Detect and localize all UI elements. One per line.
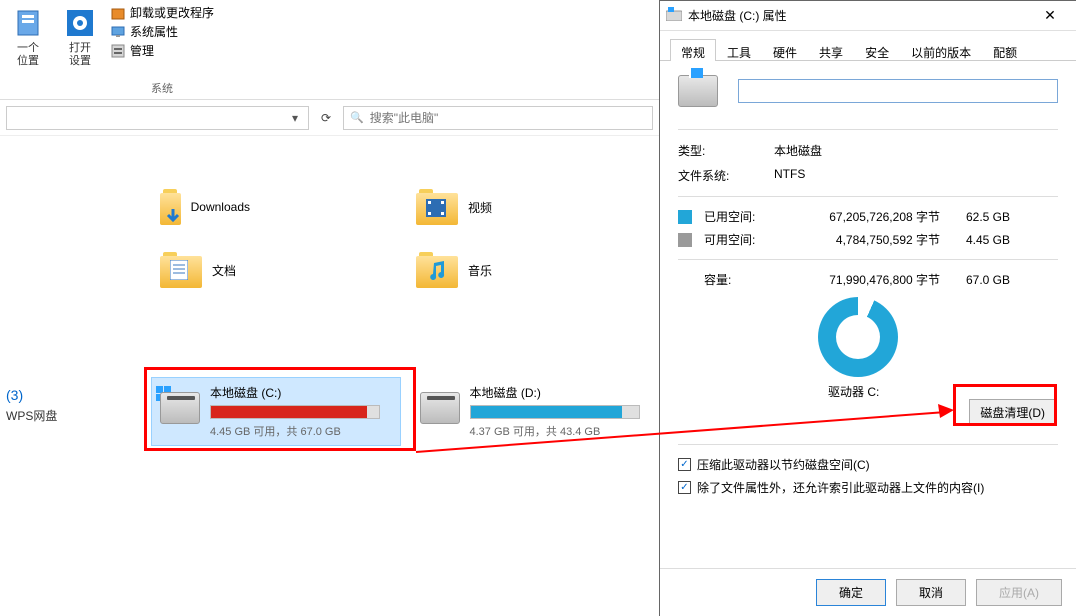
folder-downloads[interactable]: Downloads bbox=[0, 185, 250, 229]
tab-tools[interactable]: 工具 bbox=[716, 39, 762, 61]
folder-music[interactable]: 音乐 bbox=[256, 248, 506, 292]
compress-label: 压缩此驱动器以节约磁盘空间(C) bbox=[697, 456, 870, 473]
system-props-label: 系统属性 bbox=[130, 23, 178, 40]
address-bar: ▾ ⟳ 🔍 bbox=[0, 100, 659, 136]
tab-hardware[interactable]: 硬件 bbox=[762, 39, 808, 61]
fs-label: 文件系统: bbox=[678, 167, 774, 184]
search-box[interactable]: 🔍 bbox=[343, 106, 653, 130]
gear-icon bbox=[63, 6, 97, 40]
drive-letter-label: 驱动器 C: bbox=[828, 383, 1058, 400]
ribbon-system-group: 卸载或更改程序 系统属性 管理 系统 bbox=[106, 2, 218, 98]
uninstall-programs-link[interactable]: 卸载或更改程序 bbox=[110, 4, 214, 21]
drive-name: 本地磁盘 (D:) bbox=[470, 384, 652, 401]
folder-label: 视频 bbox=[468, 199, 492, 216]
dialog-footer: 确定 取消 应用(A) bbox=[660, 568, 1076, 616]
address-path[interactable]: ▾ bbox=[6, 106, 309, 130]
cap-bytes: 71,990,476,800 字节 bbox=[782, 271, 940, 288]
monitor-icon bbox=[110, 24, 126, 40]
folder-label: 音乐 bbox=[468, 262, 492, 279]
free-label: 可用空间: bbox=[704, 231, 782, 248]
drive-stats: 4.37 GB 可用，共 43.4 GB bbox=[470, 423, 652, 439]
drive-name-input[interactable] bbox=[745, 80, 1051, 102]
checkbox-compress[interactable]: ✓ bbox=[678, 458, 691, 471]
refresh-icon: ⟳ bbox=[321, 111, 331, 125]
folder-icon bbox=[160, 252, 202, 288]
drive-d[interactable]: 本地磁盘 (D:) 4.37 GB 可用，共 43.4 GB bbox=[412, 378, 660, 445]
dialog-body: 类型:本地磁盘 文件系统:NTFS 已用空间: 67,205,726,208 字… bbox=[660, 61, 1076, 568]
used-swatch bbox=[678, 210, 692, 224]
folder-label: 文档 bbox=[212, 262, 236, 279]
open-settings-button[interactable]: 打开设置 bbox=[54, 2, 106, 72]
prev-location-button[interactable]: 一个位置 bbox=[2, 2, 54, 72]
search-icon: 🔍 bbox=[350, 111, 364, 124]
cap-human: 67.0 GB bbox=[940, 273, 1010, 287]
folders-area: Downloads 视频 文档 音乐 bbox=[0, 136, 659, 156]
uninstall-label: 卸载或更改程序 bbox=[130, 4, 214, 21]
tabs: 常规 工具 硬件 共享 安全 以前的版本 配额 bbox=[660, 31, 1076, 61]
apply-button[interactable]: 应用(A) bbox=[976, 579, 1062, 606]
chevron-down-icon[interactable]: ▾ bbox=[286, 111, 304, 125]
tab-quota[interactable]: 配额 bbox=[982, 39, 1028, 61]
tab-general[interactable]: 常规 bbox=[670, 39, 716, 61]
free-swatch bbox=[678, 233, 692, 247]
ribbon: 一个位置 打开设置 卸载或更改程序 系统属性 bbox=[0, 0, 659, 100]
dialog-titlebar[interactable]: 本地磁盘 (C:) 属性 ✕ bbox=[660, 1, 1076, 31]
free-bytes: 4,784,750,592 字节 bbox=[782, 231, 940, 248]
usage-pie bbox=[818, 297, 898, 377]
used-human: 62.5 GB bbox=[940, 210, 1010, 224]
manage-label: 管理 bbox=[130, 42, 154, 59]
manage-icon bbox=[110, 43, 126, 59]
used-bytes: 67,205,726,208 字节 bbox=[782, 208, 940, 225]
drive-small-icon bbox=[666, 7, 682, 24]
drive-usage-bar bbox=[210, 405, 380, 419]
drive-icon bbox=[420, 392, 460, 424]
drives-section: 本地磁盘 (C:) 4.45 GB 可用，共 67.0 GB 本地磁盘 (D:)… bbox=[0, 378, 659, 445]
tab-security[interactable]: 安全 bbox=[854, 39, 900, 61]
open-settings-label: 打开设置 bbox=[69, 42, 91, 68]
location-icon bbox=[11, 6, 45, 40]
drive-usage-bar bbox=[470, 405, 640, 419]
cap-swatch bbox=[678, 273, 692, 287]
index-checkbox-row[interactable]: ✓ 除了文件属性外，还允许索引此驱动器上文件的内容(I) bbox=[678, 476, 1058, 499]
ok-button[interactable]: 确定 bbox=[816, 579, 886, 606]
drive-header-icon bbox=[678, 75, 718, 107]
cancel-button[interactable]: 取消 bbox=[896, 579, 966, 606]
drive-icon bbox=[160, 392, 200, 424]
tab-sharing[interactable]: 共享 bbox=[808, 39, 854, 61]
close-button[interactable]: ✕ bbox=[1030, 3, 1070, 29]
fs-value: NTFS bbox=[774, 167, 805, 184]
folder-icon bbox=[416, 189, 458, 225]
folder-icon bbox=[416, 252, 458, 288]
manage-link[interactable]: 管理 bbox=[110, 42, 214, 59]
drive-name-field[interactable] bbox=[738, 79, 1058, 103]
index-label: 除了文件属性外，还允许索引此驱动器上文件的内容(I) bbox=[697, 479, 984, 496]
drive-name: 本地磁盘 (C:) bbox=[210, 384, 392, 401]
used-label: 已用空间: bbox=[704, 208, 782, 225]
compress-checkbox-row[interactable]: ✓ 压缩此驱动器以节约磁盘空间(C) bbox=[678, 453, 1058, 476]
ribbon-group-label: 系统 bbox=[106, 78, 218, 98]
dialog-title: 本地磁盘 (C:) 属性 bbox=[688, 7, 1024, 24]
cap-label: 容量: bbox=[704, 271, 782, 288]
explorer-window: 一个位置 打开设置 卸载或更改程序 系统属性 bbox=[0, 0, 659, 616]
folder-documents[interactable]: 文档 bbox=[0, 248, 250, 292]
refresh-button[interactable]: ⟳ bbox=[317, 109, 335, 127]
drive-stats: 4.45 GB 可用，共 67.0 GB bbox=[210, 423, 392, 439]
properties-dialog: 本地磁盘 (C:) 属性 ✕ 常规 工具 硬件 共享 安全 以前的版本 配额 类… bbox=[659, 0, 1076, 616]
tab-previous-versions[interactable]: 以前的版本 bbox=[900, 39, 982, 61]
checkbox-index[interactable]: ✓ bbox=[678, 481, 691, 494]
drive-c[interactable]: 本地磁盘 (C:) 4.45 GB 可用，共 67.0 GB bbox=[152, 378, 400, 445]
system-props-link[interactable]: 系统属性 bbox=[110, 23, 214, 40]
type-label: 类型: bbox=[678, 142, 774, 159]
search-input[interactable] bbox=[370, 111, 646, 125]
disk-cleanup-button[interactable]: 磁盘清理(D) bbox=[969, 399, 1056, 426]
package-icon bbox=[110, 5, 126, 21]
folder-videos[interactable]: 视频 bbox=[256, 185, 506, 229]
folder-label: Downloads bbox=[191, 200, 250, 214]
close-icon: ✕ bbox=[1044, 7, 1056, 24]
prev-location-label: 一个位置 bbox=[17, 42, 39, 68]
folder-icon bbox=[160, 189, 181, 225]
type-value: 本地磁盘 bbox=[774, 142, 822, 159]
free-human: 4.45 GB bbox=[940, 233, 1010, 247]
